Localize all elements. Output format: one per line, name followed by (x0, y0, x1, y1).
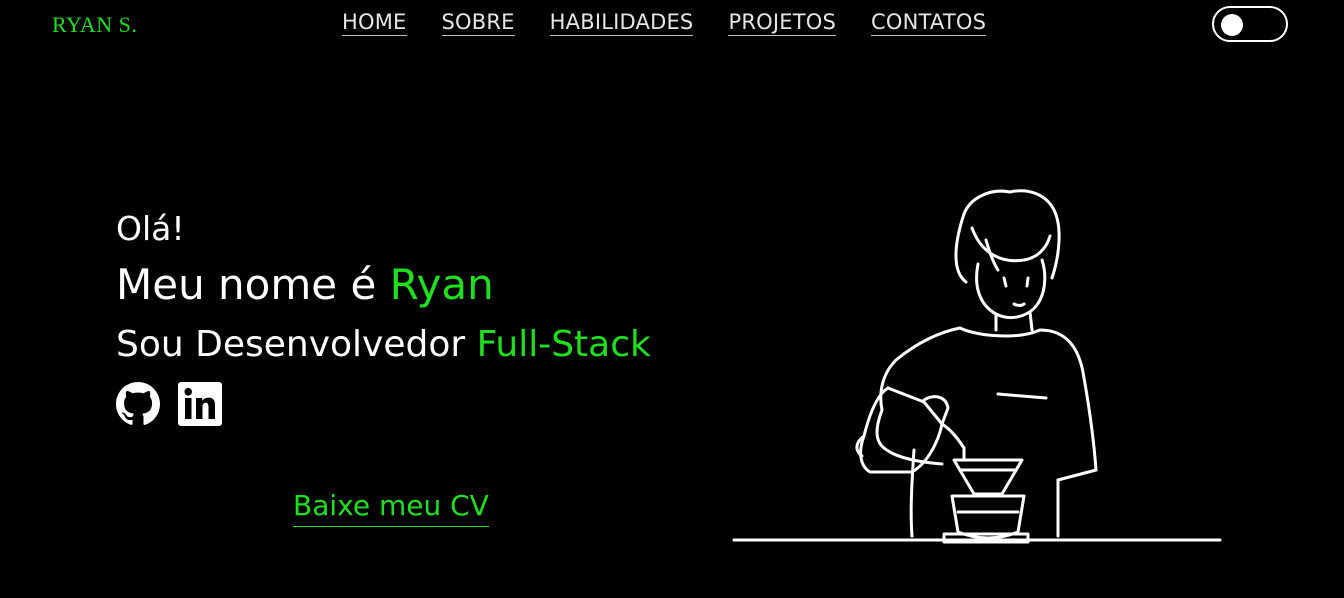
nav-sobre[interactable]: SOBRE (441, 10, 515, 36)
greeting: Olá! (116, 209, 185, 248)
social-links (116, 382, 651, 426)
github-icon[interactable] (116, 382, 160, 426)
nav-contatos[interactable]: CONTATOS (871, 10, 987, 36)
name-highlight: Ryan (389, 260, 494, 309)
hero-role: Sou Desenvolvedor Full-Stack (116, 320, 651, 370)
toggle-knob (1221, 14, 1243, 36)
nav-habilidades[interactable]: HABILIDADES (549, 10, 694, 36)
name-prefix: Meu nome é (116, 260, 390, 309)
theme-toggle[interactable] (1212, 6, 1288, 42)
nav-home[interactable]: HOME (342, 10, 407, 36)
linkedin-icon[interactable] (178, 382, 222, 426)
nav-projetos[interactable]: PROJETOS (728, 10, 836, 36)
role-highlight: Full-Stack (476, 324, 651, 365)
role-prefix: Sou Desenvolvedor (116, 324, 477, 365)
brand-logo[interactable]: RYAN S. (52, 12, 137, 38)
main-nav: HOME SOBRE HABILIDADES PROJETOS CONTATOS (342, 10, 987, 36)
download-cv-link[interactable]: Baixe meu CV (293, 489, 489, 527)
hero-name: Meu nome é Ryan (116, 256, 651, 314)
developer-illustration (732, 189, 1222, 544)
hero-section: Olá! Meu nome é Ryan Sou Desenvolvedor F… (116, 206, 651, 426)
